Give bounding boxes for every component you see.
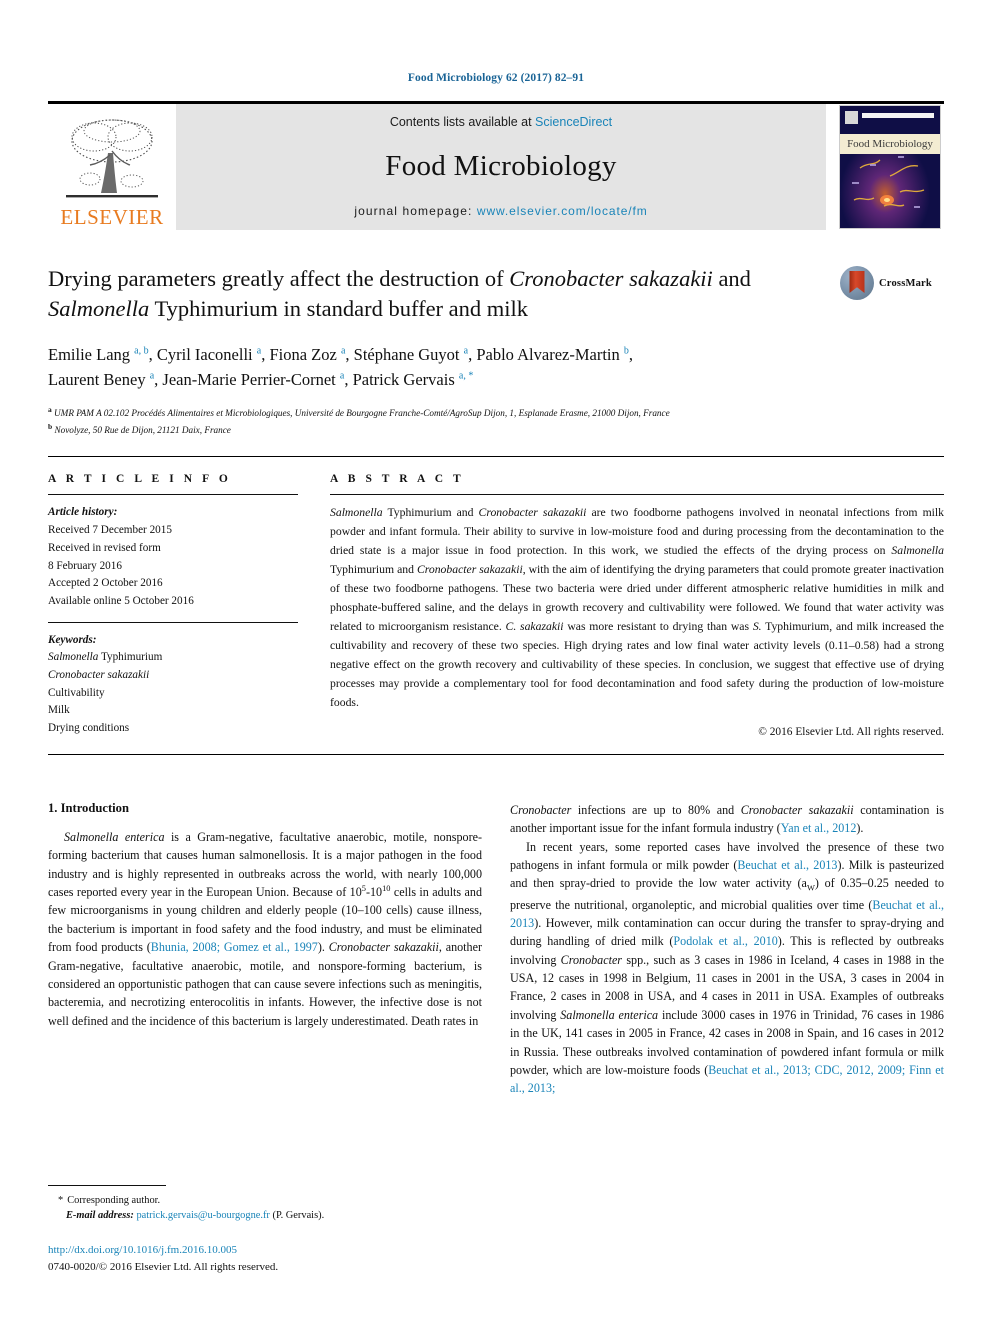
- abstract-heading: A B S T R A C T: [330, 473, 465, 486]
- abstract-copyright: © 2016 Elsevier Ltd. All rights reserved…: [758, 725, 944, 738]
- intro-paragraph-right-1: Cronobacter infections are up to 80% and…: [510, 802, 944, 836]
- elsevier-tree-icon: [60, 115, 164, 207]
- abstract-text: Salmonella Typhimurium and Cronobacter s…: [330, 506, 945, 709]
- journal-homepage-line: journal homepage: www.elsevier.com/locat…: [354, 204, 647, 218]
- contents-available-line: Contents lists available at ScienceDirec…: [390, 115, 612, 129]
- journal-cover-thumbnail: Food Microbiology: [839, 105, 941, 229]
- keyword-item: Milk: [48, 704, 70, 717]
- title-area: Drying parameters greatly affect the des…: [48, 264, 944, 324]
- corresponding-author-note: * Corresponding author.: [48, 1193, 488, 1209]
- cover-top-bar: [862, 113, 934, 118]
- journal-masthead: ELSEVIER Contents lists available at Sci…: [48, 101, 944, 230]
- abstract-rule: [330, 494, 944, 496]
- article-history-label: Article history:: [48, 506, 118, 519]
- intro-paragraph-right-2: In recent years, some reported cases hav…: [510, 839, 944, 1096]
- history-item: Available online 5 October 2016: [48, 594, 194, 607]
- keyword-species: Cronobacter sakazakii: [48, 668, 150, 681]
- affiliation-a: a UMR PAM A 02.102 Procédés Alimentaires…: [48, 404, 670, 419]
- author-line-2: Laurent Beney a, Jean-Marie Perrier-Corn…: [48, 370, 474, 390]
- elsevier-wordmark: ELSEVIER: [60, 205, 164, 229]
- crossmark-icon: [840, 266, 874, 300]
- title-text-wrap: Drying parameters greatly affect the des…: [48, 264, 840, 324]
- crossmark-label: CrossMark: [879, 277, 932, 289]
- cover-publisher-mark: [845, 111, 858, 124]
- journal-cover: Food Microbiology: [836, 104, 944, 230]
- page-title: Drying parameters greatly affect the des…: [48, 264, 808, 324]
- homepage-url-link[interactable]: www.elsevier.com/locate/fm: [477, 204, 648, 218]
- author-list: Emilie Lang a, b, Cyril Iaconelli a, Fio…: [48, 342, 888, 393]
- keywords-block: Keywords: Salmonella Typhimurium Cronoba…: [48, 632, 298, 738]
- history-item: Accepted 2 October 2016: [48, 577, 163, 590]
- info-top-rule: [48, 456, 944, 458]
- history-item: Received 7 December 2015: [48, 524, 172, 537]
- article-history-block: Article history: Received 7 December 201…: [48, 504, 298, 610]
- title-part-2: and: [712, 266, 751, 291]
- keywords-label: Keywords:: [48, 633, 97, 646]
- corresponding-label: Corresponding author.: [67, 1194, 161, 1206]
- info-abstract-row: A R T I C L E I N F O Article history: R…: [48, 473, 945, 738]
- corresponding-star: *: [58, 1194, 64, 1206]
- journal-banner: Contents lists available at ScienceDirec…: [176, 104, 826, 230]
- keyword-item: Cronobacter sakazakii: [48, 667, 298, 685]
- keyword-item: Drying conditions: [48, 722, 130, 734]
- title-italic-1: Cronobacter sakazakii: [509, 266, 713, 291]
- cover-journal-title: Food Microbiology: [840, 134, 940, 154]
- history-item: Received in revised form: [48, 541, 161, 554]
- homepage-prefix: journal homepage:: [354, 204, 477, 218]
- body-column-right: Cronobacter infections are up to 80% and…: [510, 801, 944, 1098]
- paper-page: Food Microbiology 62 (2017) 82–91 ELSEVI…: [0, 0, 992, 1323]
- body-column-left: 1. Introduction Salmonella enterica is a…: [48, 801, 482, 1098]
- info-bottom-rule: [48, 753, 944, 755]
- keyword-item: Salmonella Typhimurium: [48, 651, 163, 664]
- article-info-column: A R T I C L E I N F O Article history: R…: [48, 473, 330, 737]
- abstract-column: A B S T R A C T Salmonella Typhimurium a…: [330, 473, 945, 738]
- email-note: E-mail address: patrick.gervais@u-bourgo…: [48, 1208, 488, 1224]
- title-part-1: Drying parameters greatly affect the des…: [48, 266, 510, 291]
- body-columns: 1. Introduction Salmonella enterica is a…: [48, 801, 944, 1098]
- footer-notes: * Corresponding author. E-mail address: p…: [48, 1184, 488, 1275]
- issn-copyright: 0740-0020/© 2016 Elsevier Ltd. All right…: [48, 1260, 279, 1273]
- title-part-3: Typhimurium in standard buffer and milk: [149, 295, 529, 321]
- journal-title: Food Microbiology: [385, 150, 617, 182]
- intro-paragraph-left: Salmonella enterica is a Gram-negative, …: [48, 829, 482, 1028]
- doi-block: http://dx.doi.org/10.1016/j.fm.2016.10.0…: [48, 1242, 488, 1275]
- running-head: Food Microbiology 62 (2017) 82–91: [407, 72, 585, 84]
- footnote-rule: [48, 1184, 166, 1186]
- title-italic-2: Salmonella: [48, 295, 150, 321]
- contents-prefix: Contents lists available at: [389, 115, 536, 129]
- keyword-genus: Salmonella: [48, 651, 99, 664]
- crossmark-badge[interactable]: CrossMark: [840, 264, 944, 300]
- keyword-item: Cultivability: [48, 686, 105, 699]
- article-info-heading: A R T I C L E I N F O: [48, 473, 232, 486]
- elsevier-logo: ELSEVIER: [48, 104, 176, 230]
- email-link[interactable]: patrick.gervais@u-bourgogne.fr: [136, 1210, 269, 1221]
- history-item: 8 February 2016: [48, 559, 122, 572]
- affiliation-b: b Novolyze, 50 Rue de Dijon, 21121 Daix,…: [48, 422, 231, 436]
- section-heading-introduction: 1. Introduction: [48, 800, 129, 815]
- doi-link[interactable]: http://dx.doi.org/10.1016/j.fm.2016.10.0…: [48, 1242, 488, 1259]
- crossmark-ribbon-icon: [849, 271, 865, 293]
- keywords-divider: [48, 621, 298, 623]
- email-label: E-mail address:: [66, 1210, 134, 1222]
- author-line-1: Emilie Lang a, b, Cyril Iaconelli a, Fio…: [48, 344, 634, 364]
- email-suffix: (P. Gervais).: [272, 1210, 325, 1222]
- sciencedirect-link[interactable]: ScienceDirect: [535, 115, 612, 129]
- article-info-rule: [48, 494, 298, 496]
- affiliations: a UMR PAM A 02.102 Procédés Alimentaires…: [48, 404, 858, 438]
